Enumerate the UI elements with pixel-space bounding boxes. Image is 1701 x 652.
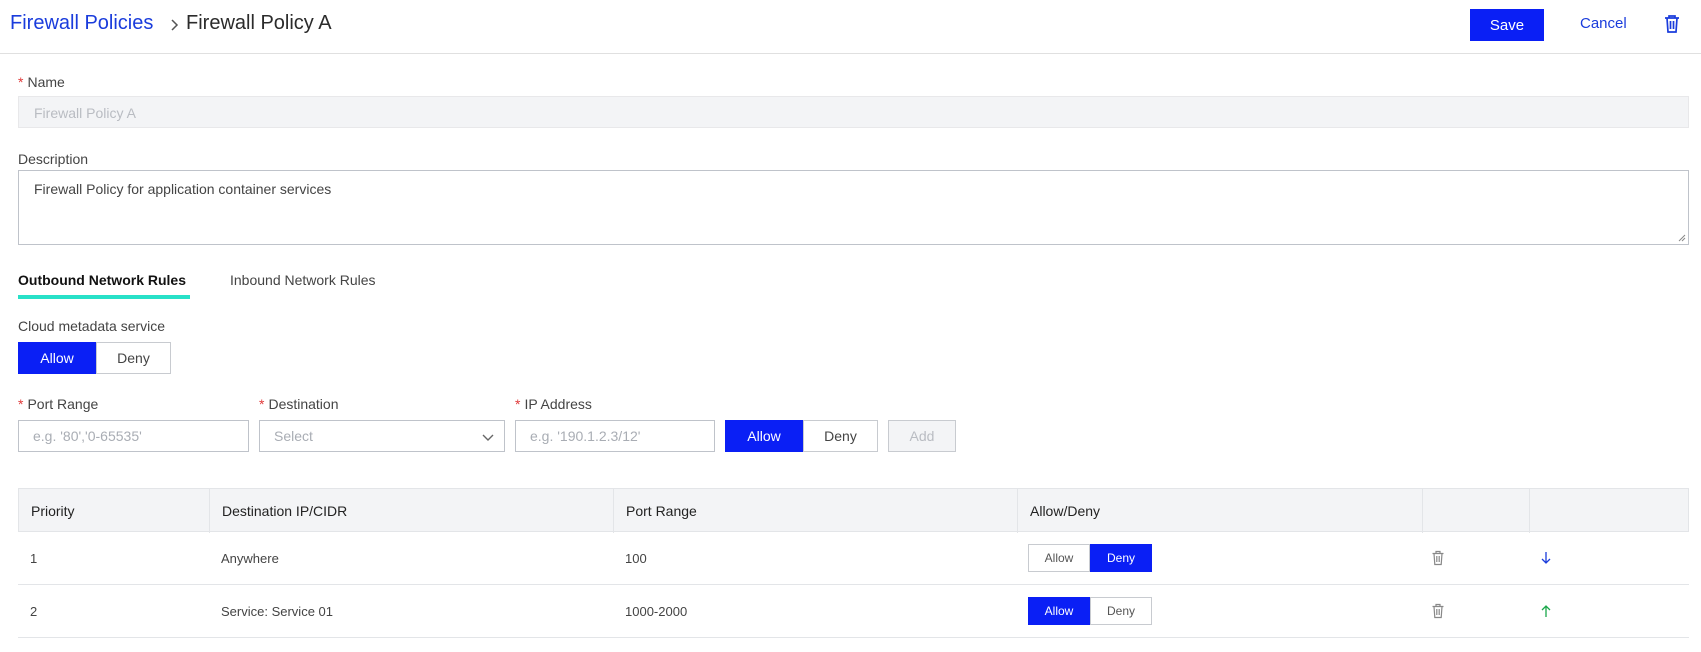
page-header: Firewall Policies Firewall Policy A Save… — [0, 0, 1701, 54]
metadata-label: Cloud metadata service — [18, 318, 166, 334]
description-field[interactable]: Firewall Policy for application containe… — [18, 170, 1689, 245]
ip-address-input[interactable]: e.g. '190.1.2.3/12' — [515, 420, 715, 452]
column-header-delete — [1423, 489, 1530, 533]
column-header-port-range: Port Range — [614, 489, 1018, 533]
cancel-button[interactable]: Cancel — [1580, 15, 1627, 32]
trash-icon[interactable] — [1663, 14, 1681, 34]
destination-select-value: Select — [274, 428, 313, 444]
required-marker: * — [18, 74, 24, 90]
port-range-cell: 100 — [625, 551, 647, 566]
name-label-text: Name — [27, 74, 65, 90]
row-deny-button[interactable]: Deny — [1090, 597, 1152, 625]
required-marker: * — [259, 396, 265, 412]
trash-icon[interactable] — [1431, 603, 1445, 619]
destination-label-text: Destination — [268, 396, 339, 412]
trash-icon[interactable] — [1431, 550, 1445, 566]
priority-cell: 1 — [30, 551, 38, 566]
rule-allow-button[interactable]: Allow — [725, 420, 803, 452]
page-title: Firewall Policy A — [186, 12, 332, 34]
row-deny-button[interactable]: Deny — [1090, 544, 1152, 572]
column-header-destination: Destination IP/CIDR — [210, 489, 614, 533]
destination-label: * Destination — [259, 396, 339, 412]
metadata-allow-button[interactable]: Allow — [18, 342, 96, 374]
tab-inbound-rules[interactable]: Inbound Network Rules — [230, 272, 376, 288]
destination-cell: Service: Service 01 — [221, 604, 333, 619]
column-header-allow-deny: Allow/Deny — [1018, 489, 1423, 533]
table-row: 1 Anywhere 100 Allow Deny — [18, 532, 1689, 585]
port-range-input[interactable]: e.g. '80','0-65535' — [18, 420, 249, 452]
column-header-move — [1530, 489, 1690, 533]
save-button[interactable]: Save — [1470, 9, 1544, 41]
row-allow-button[interactable]: Allow — [1028, 544, 1090, 572]
rule-deny-button[interactable]: Deny — [803, 420, 878, 452]
table-row: 2 Service: Service 01 1000-2000 Allow De… — [18, 585, 1689, 638]
active-tab-indicator — [18, 295, 190, 299]
priority-cell: 2 — [30, 604, 38, 619]
arrow-down-icon[interactable] — [1539, 550, 1553, 566]
port-range-cell: 1000-2000 — [625, 604, 688, 619]
name-label: * Name — [18, 74, 65, 90]
chevron-right-icon — [171, 19, 179, 31]
row-allow-button[interactable]: Allow — [1028, 597, 1090, 625]
chevron-down-icon — [482, 434, 494, 441]
metadata-deny-button[interactable]: Deny — [96, 342, 171, 374]
table-header: Priority Destination IP/CIDR Port Range … — [18, 488, 1690, 533]
ip-address-label-text: IP Address — [524, 396, 592, 412]
required-marker: * — [515, 396, 521, 412]
resize-grip-icon[interactable] — [1678, 234, 1686, 242]
ip-address-label: * IP Address — [515, 396, 592, 412]
destination-cell: Anywhere — [221, 551, 279, 566]
breadcrumb-parent-link[interactable]: Firewall Policies — [10, 12, 153, 35]
column-header-priority: Priority — [19, 489, 210, 533]
arrow-up-icon[interactable] — [1539, 603, 1553, 619]
name-field[interactable]: Firewall Policy A — [18, 96, 1689, 128]
destination-select[interactable]: Select — [259, 420, 505, 452]
required-marker: * — [18, 396, 24, 412]
add-rule-button[interactable]: Add — [888, 420, 956, 452]
description-label: Description — [18, 151, 89, 167]
port-range-label-text: Port Range — [27, 396, 99, 412]
tab-outbound-rules[interactable]: Outbound Network Rules — [18, 272, 186, 288]
port-range-label: * Port Range — [18, 396, 98, 412]
